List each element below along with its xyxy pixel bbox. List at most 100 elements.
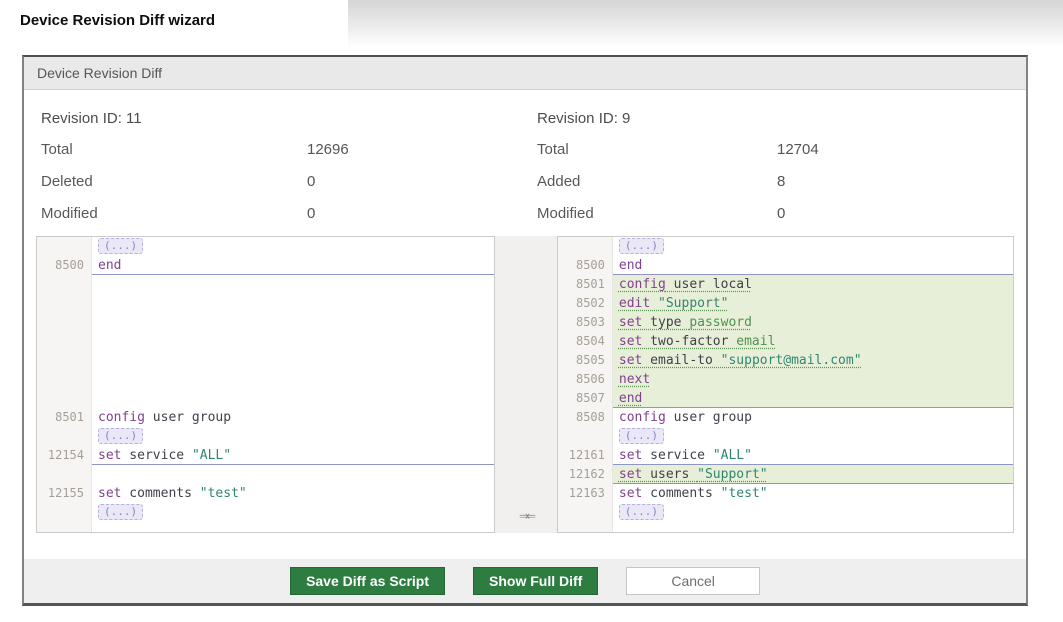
line-number: 8504 bbox=[558, 332, 613, 351]
code-token: set bbox=[98, 448, 121, 463]
line-number: 8501 bbox=[558, 275, 613, 294]
folded-section: (...) bbox=[92, 503, 494, 522]
fold-expand-badge[interactable]: (...) bbox=[619, 504, 664, 520]
line-number: 8500 bbox=[558, 256, 613, 275]
cancel-button[interactable]: Cancel bbox=[626, 567, 760, 595]
line-number bbox=[37, 275, 92, 294]
diff-empty-row bbox=[37, 465, 494, 484]
stat-label: Added bbox=[537, 166, 777, 198]
diff-added-row: 8506 next bbox=[558, 370, 1013, 389]
stat-row-deleted-left: Deleted 0 bbox=[36, 166, 532, 198]
diff-fold-row: (...) bbox=[558, 503, 1013, 522]
line-number bbox=[37, 294, 92, 313]
line-number: 8501 bbox=[37, 408, 92, 427]
diff-code-row: 12154set service "ALL" bbox=[37, 446, 494, 465]
line-number bbox=[37, 313, 92, 332]
code-token: password bbox=[689, 315, 752, 330]
code-text bbox=[92, 389, 494, 408]
code-token: set bbox=[619, 334, 642, 349]
code-token: user group bbox=[666, 410, 752, 425]
dialog-body: Revision ID: 11 Total 12696 Deleted 0 Mo… bbox=[24, 104, 1026, 533]
code-text: set email-to "support@mail.com" bbox=[613, 351, 1013, 370]
stat-label: Modified bbox=[41, 198, 307, 230]
merge-diff-icon[interactable]: ⇒⇐ bbox=[519, 509, 533, 523]
show-full-diff-button[interactable]: Show Full Diff bbox=[473, 567, 598, 595]
code-token: comments bbox=[121, 486, 199, 501]
code-token: email-to bbox=[642, 353, 720, 368]
code-token: users bbox=[642, 467, 697, 482]
stat-row-total-right: Total 12704 bbox=[532, 134, 1014, 166]
stat-label: Total bbox=[41, 134, 307, 166]
diff-empty-row bbox=[37, 313, 494, 332]
code-text: config user group bbox=[92, 408, 494, 427]
code-text: end bbox=[613, 389, 1013, 408]
code-text bbox=[92, 351, 494, 370]
code-token: config bbox=[619, 277, 666, 292]
code-token: "support@mail.com" bbox=[721, 353, 862, 368]
fold-expand-badge[interactable]: (...) bbox=[98, 238, 143, 254]
diff-code-row: 12161set service "ALL" bbox=[558, 446, 1013, 465]
folded-section: (...) bbox=[613, 503, 1013, 522]
diff-empty-row bbox=[37, 522, 494, 532]
folded-section: (...) bbox=[92, 427, 494, 446]
code-text bbox=[92, 332, 494, 351]
code-token: config bbox=[619, 410, 666, 425]
stat-row-total-left: Total 12696 bbox=[36, 134, 532, 166]
diff-fold-row: (...) bbox=[558, 427, 1013, 446]
diff-empty-row bbox=[37, 370, 494, 389]
code-text bbox=[92, 313, 494, 332]
code-token: user group bbox=[145, 410, 231, 425]
diff-empty-row bbox=[37, 351, 494, 370]
diff-code-row: 8501config user group bbox=[37, 408, 494, 427]
code-token: type bbox=[642, 315, 689, 330]
code-token: set bbox=[619, 448, 642, 463]
diff-code-row: 8500end bbox=[37, 256, 494, 275]
diff-added-row: 8503set type password bbox=[558, 313, 1013, 332]
diff-code-row: 8500end bbox=[558, 256, 1013, 275]
code-text bbox=[92, 294, 494, 313]
fold-expand-badge[interactable]: (...) bbox=[98, 504, 143, 520]
code-area bbox=[613, 522, 1013, 532]
line-number bbox=[37, 389, 92, 408]
fold-expand-badge[interactable]: (...) bbox=[98, 428, 143, 444]
device-revision-diff-dialog: Device Revision Diff Revision ID: 11 Tot… bbox=[22, 55, 1028, 606]
code-token: set bbox=[619, 353, 642, 368]
stat-row-added-right: Added 8 bbox=[532, 166, 1014, 198]
code-token: config bbox=[98, 410, 145, 425]
diff-code-row: 8508config user group bbox=[558, 408, 1013, 427]
code-token: service bbox=[642, 448, 712, 463]
code-token: set bbox=[619, 486, 642, 501]
line-number bbox=[37, 351, 92, 370]
code-text: next bbox=[613, 370, 1013, 389]
code-token: two-factor bbox=[642, 334, 736, 349]
save-diff-as-script-button[interactable]: Save Diff as Script bbox=[290, 567, 445, 595]
stat-value: 0 bbox=[307, 198, 315, 230]
code-token: email bbox=[736, 334, 775, 349]
line-number: 8505 bbox=[558, 351, 613, 370]
code-text bbox=[92, 275, 494, 294]
code-token: end bbox=[98, 258, 121, 273]
code-token: "test" bbox=[721, 486, 768, 501]
fold-expand-badge[interactable]: (...) bbox=[619, 428, 664, 444]
code-text bbox=[92, 370, 494, 389]
line-number: 8502 bbox=[558, 294, 613, 313]
line-number: 12161 bbox=[558, 446, 613, 465]
code-text: set comments "test" bbox=[92, 484, 494, 503]
folded-section: (...) bbox=[92, 237, 494, 256]
diff-empty-row bbox=[37, 275, 494, 294]
line-number: 8503 bbox=[558, 313, 613, 332]
code-token: set bbox=[619, 467, 642, 482]
dialog-title: Device Revision Diff bbox=[24, 57, 1026, 90]
diff-empty-row bbox=[558, 522, 1013, 532]
code-token: next bbox=[619, 372, 650, 387]
diff-added-row: 8501config user local bbox=[558, 275, 1013, 294]
code-token: end bbox=[619, 391, 642, 406]
line-number bbox=[37, 332, 92, 351]
diff-empty-row bbox=[37, 332, 494, 351]
line-number: 8506 bbox=[558, 370, 613, 389]
code-text: set comments "test" bbox=[613, 484, 1013, 503]
code-text: set service "ALL" bbox=[613, 446, 1013, 465]
fold-expand-badge[interactable]: (...) bbox=[619, 238, 664, 254]
diff-added-row: 8507end bbox=[558, 389, 1013, 408]
line-number: 12154 bbox=[37, 446, 92, 465]
